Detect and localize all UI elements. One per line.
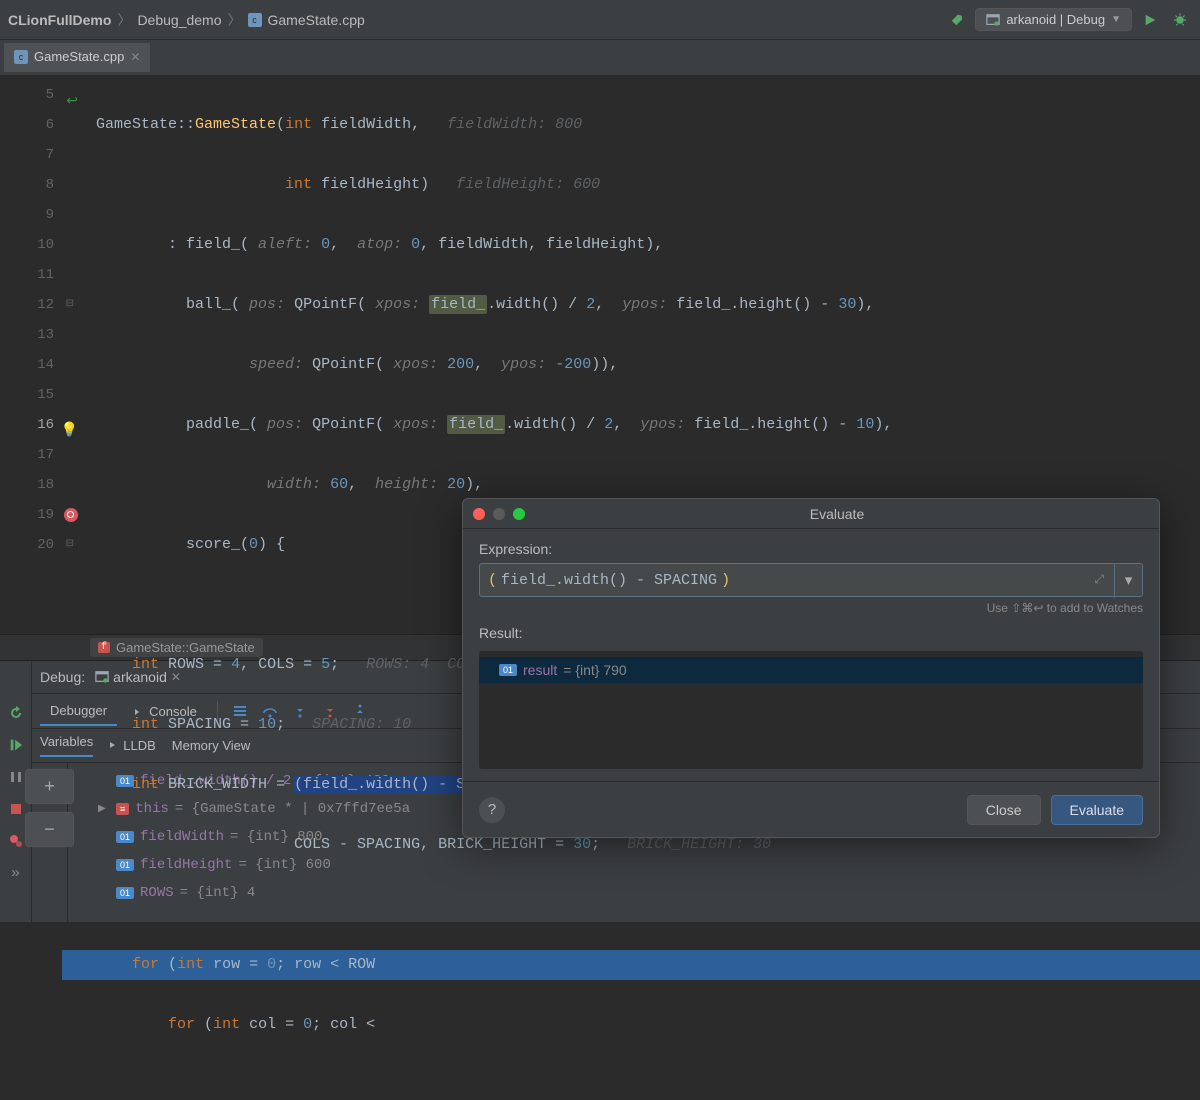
editor-tab[interactable]: c GameState.cpp ✕ [4,43,150,72]
close-icon[interactable]: ✕ [130,50,140,64]
breadcrumb-file[interactable]: GameState.cpp [268,12,365,28]
resume-icon[interactable] [6,735,26,755]
run-config-selector[interactable]: arkanoid | Debug ▼ [975,8,1132,31]
evaluate-dialog: Evaluate Expression: (field_.width() - S… [462,498,1160,838]
evaluate-button[interactable]: Evaluate [1051,795,1143,825]
maximize-window-icon[interactable] [513,508,525,520]
stop-icon[interactable] [6,799,26,819]
expression-label: Expression: [479,541,1143,557]
result-row[interactable]: 01 result = {int} 790 [479,657,1143,683]
minimize-window-icon[interactable] [493,508,505,520]
gutter: 5↩ 6 7 8 9 10 11 12⊟ 13 14 15 16💡 17 18 … [0,76,62,634]
add-watch-icon[interactable]: + [25,769,74,804]
chevron-down-icon[interactable]: ▾ [1114,563,1142,598]
breadcrumb-sep: 〉 [228,10,242,30]
hint-text: Use ⇧⌘↩ to add to Watches [479,601,1143,615]
close-button[interactable]: Close [967,795,1041,825]
dialog-title: Evaluate [525,506,1149,522]
close-window-icon[interactable] [473,508,485,520]
breadcrumb: CLionFullDemo 〉 Debug_demo 〉 c GameState… [8,10,365,30]
breakpoints-icon[interactable] [6,831,26,851]
build-icon[interactable] [945,8,969,32]
more-icon[interactable]: » [6,863,26,883]
result-area: 01 result = {int} 790 [479,651,1143,769]
rerun-icon[interactable] [6,703,26,723]
pause-icon[interactable] [6,767,26,787]
cpp-file-icon: c [248,13,262,27]
expand-icon[interactable]: ⤢ [1094,573,1104,587]
breadcrumb-sep: 〉 [117,10,131,30]
application-icon [986,13,1000,27]
debug-icon[interactable] [1168,8,1192,32]
help-icon[interactable]: ? [479,797,505,823]
chevron-down-icon: ▼ [1111,14,1121,25]
int-badge-icon: 01 [499,664,517,676]
run-icon[interactable] [1138,8,1162,32]
remove-watch-icon[interactable]: − [25,812,74,847]
run-config-label: arkanoid | Debug [1006,12,1105,27]
breadcrumb-root[interactable]: CLionFullDemo [8,12,111,28]
result-label: Result: [479,625,1143,641]
breadcrumb-folder[interactable]: Debug_demo [137,12,221,28]
variables-subtab[interactable]: Variables [40,734,93,757]
debug-label: Debug: [40,669,85,685]
expression-input[interactable]: (field_.width() - SPACING) ⤢ ▾ [479,563,1143,597]
cpp-file-icon: c [14,50,28,64]
editor-tab-label: GameState.cpp [34,49,124,64]
